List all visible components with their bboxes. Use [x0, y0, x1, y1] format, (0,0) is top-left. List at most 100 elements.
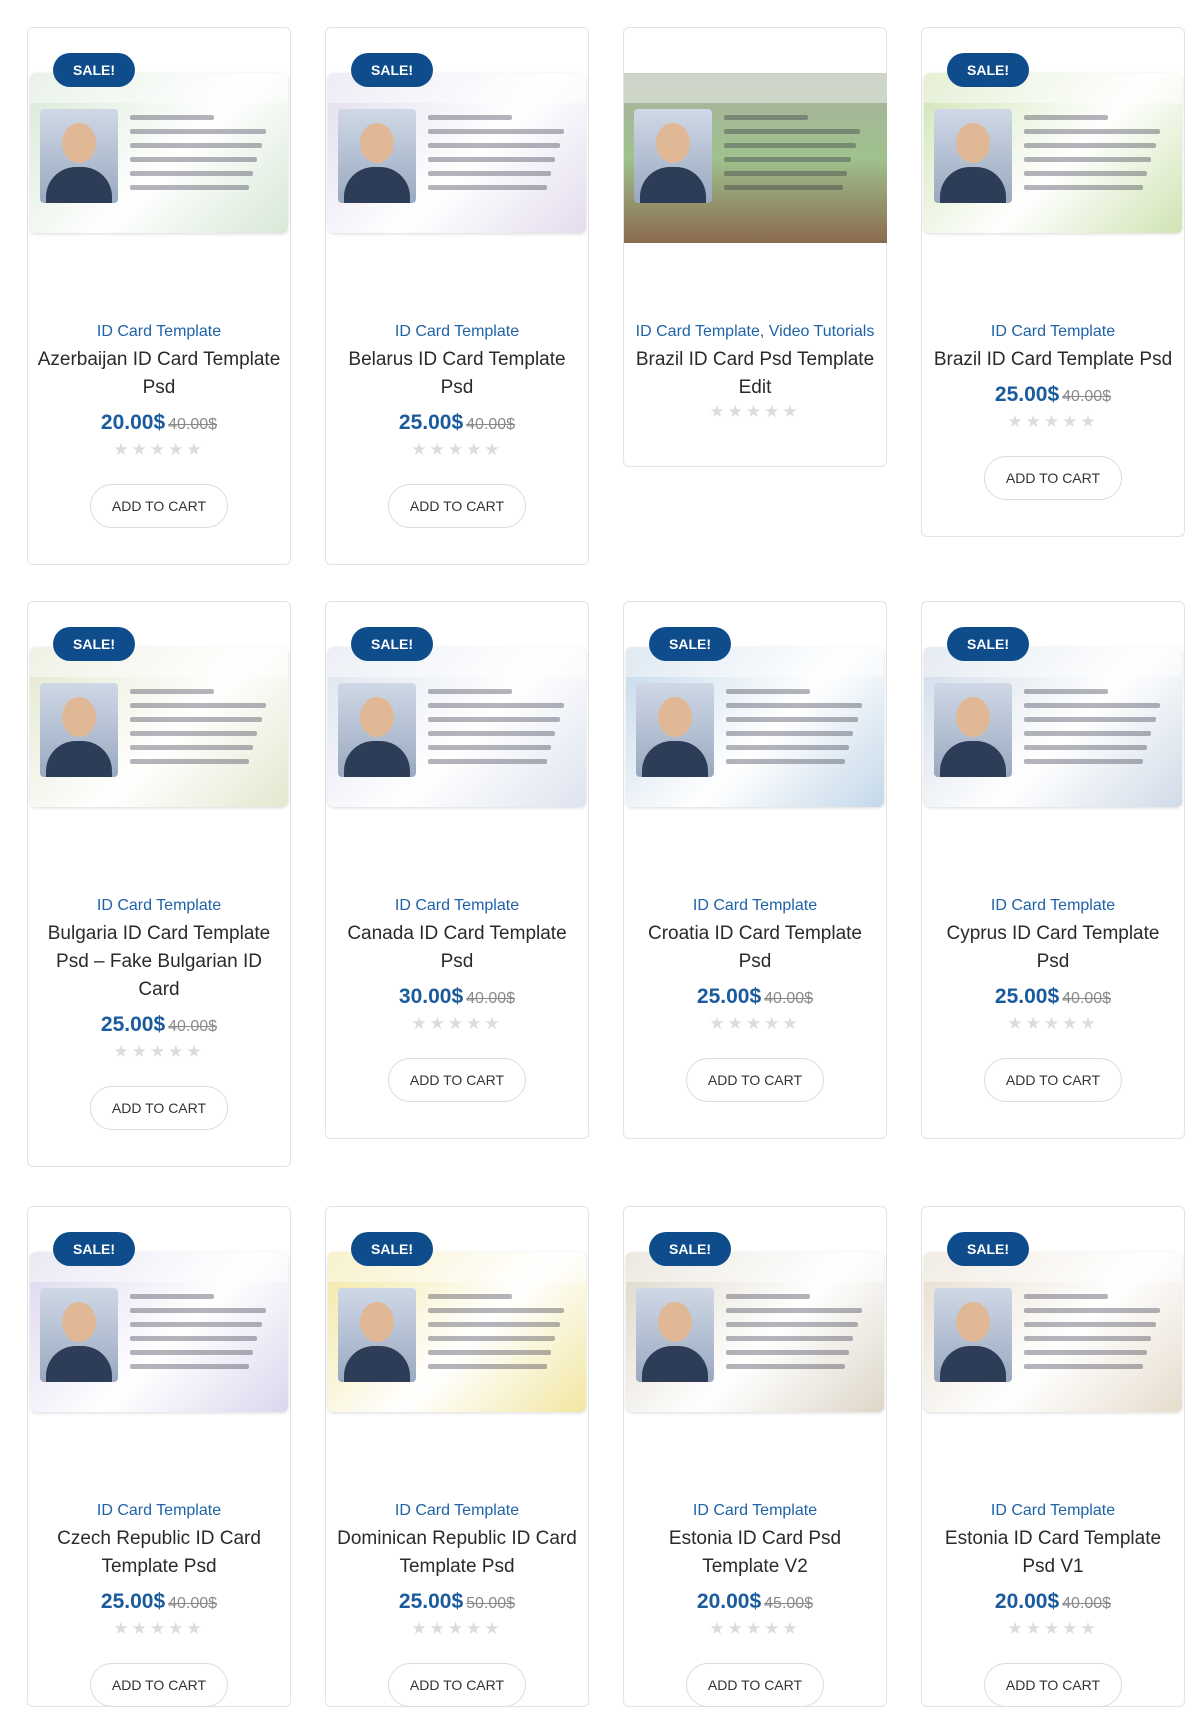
product-card: SALE! ID Card Template Estonia ID Card Tem… — [921, 1206, 1185, 1707]
sale-price: 25.00$ — [994, 383, 1060, 406]
product-title-link[interactable]: Azerbaijan ID Card Template Psd — [36, 346, 282, 402]
portrait-body — [640, 167, 706, 203]
add-to-cart-button[interactable]: ADD TO CART — [388, 484, 526, 528]
original-price: 40.00$ — [1062, 388, 1112, 405]
product-title-link[interactable]: Estonia ID Card Template Psd V1 — [930, 1525, 1176, 1581]
add-to-cart-button[interactable]: ADD TO CART — [686, 1058, 824, 1102]
product-image[interactable] — [624, 73, 887, 243]
product-category-link[interactable]: ID Card Template — [28, 892, 290, 920]
product-title-link[interactable]: Belarus ID Card Template Psd — [334, 346, 580, 402]
product-category-link[interactable]: ID Card Template — [28, 318, 290, 346]
product-category-link[interactable]: ID Card Template — [624, 1497, 886, 1525]
star-rating: ★★★★★ — [709, 1619, 801, 1638]
add-to-cart-button[interactable]: ADD TO CART — [90, 1086, 228, 1130]
product-image[interactable] — [30, 73, 288, 233]
sale-badge: SALE! — [947, 1232, 1029, 1266]
product-price: 25.00$ 40.00$ — [922, 984, 1184, 1012]
portrait-head — [360, 1302, 394, 1342]
portrait-head — [658, 697, 692, 737]
add-to-cart-button[interactable]: ADD TO CART — [90, 1663, 228, 1707]
sale-price: 25.00$ — [994, 985, 1060, 1008]
product-category-link[interactable]: ID Card Template, Video Tutorials — [624, 318, 886, 346]
product-title-link[interactable]: Croatia ID Card Template Psd — [632, 920, 878, 976]
product-card: SALE! ID Card Template Canada ID Card Temp… — [325, 601, 589, 1139]
sale-badge: SALE! — [351, 1232, 433, 1266]
sale-price: 25.00$ — [398, 411, 464, 434]
product-title-link[interactable]: Bulgaria ID Card Template Psd – Fake Bul… — [36, 920, 282, 1004]
product-image[interactable] — [924, 1252, 1182, 1412]
portrait-photo — [338, 683, 416, 777]
product-title-link[interactable]: Brazil ID Card Psd Template Edit — [632, 346, 878, 402]
portrait-photo — [338, 109, 416, 203]
product-card: ID Card Template, Video Tutorials Brazil … — [623, 27, 887, 467]
product-title-link[interactable]: Estonia ID Card Psd Template V2 — [632, 1525, 878, 1581]
product-card: SALE! ID Card Template Belarus ID Card Tem… — [325, 27, 589, 565]
add-to-cart-button[interactable]: ADD TO CART — [686, 1663, 824, 1707]
product-image[interactable] — [626, 647, 884, 807]
product-category-link[interactable]: ID Card Template — [326, 1497, 588, 1525]
product-price: 25.00$ 50.00$ — [326, 1589, 588, 1617]
portrait-body — [46, 741, 112, 777]
product-card: SALE! ID Card Template Bulgaria ID Card Te… — [27, 601, 291, 1167]
product-title-link[interactable]: Canada ID Card Template Psd — [334, 920, 580, 976]
portrait-head — [62, 123, 96, 163]
product-image[interactable] — [626, 1252, 884, 1412]
portrait-body — [642, 741, 708, 777]
portrait-body — [344, 741, 410, 777]
product-card: SALE! ID Card Template Cyprus ID Card Temp… — [921, 601, 1185, 1139]
portrait-head — [360, 697, 394, 737]
add-to-cart-button[interactable]: ADD TO CART — [388, 1058, 526, 1102]
portrait-body — [344, 1346, 410, 1382]
product-image[interactable] — [924, 647, 1182, 807]
product-image[interactable] — [328, 647, 586, 807]
card-text-lines — [726, 689, 866, 773]
product-title-link[interactable]: Czech Republic ID Card Template Psd — [36, 1525, 282, 1581]
star-rating: ★★★★★ — [709, 402, 801, 421]
original-price: 40.00$ — [168, 1018, 218, 1035]
card-text-lines — [428, 115, 568, 199]
portrait-photo — [636, 1288, 714, 1382]
product-category-link[interactable]: ID Card Template — [624, 892, 886, 920]
card-text-lines — [130, 689, 270, 773]
sale-badge: SALE! — [649, 1232, 731, 1266]
card-text-lines — [1024, 1294, 1164, 1378]
product-category-link[interactable]: ID Card Template — [326, 892, 588, 920]
product-category-link[interactable]: ID Card Template — [922, 892, 1184, 920]
product-price: 20.00$ 40.00$ — [922, 1589, 1184, 1617]
product-category-link[interactable]: ID Card Template — [28, 1497, 290, 1525]
product-image[interactable] — [328, 73, 586, 233]
portrait-body — [940, 1346, 1006, 1382]
sale-price: 30.00$ — [398, 985, 464, 1008]
product-image[interactable] — [30, 647, 288, 807]
product-category-link[interactable]: ID Card Template — [326, 318, 588, 346]
product-category-link[interactable]: ID Card Template — [922, 1497, 1184, 1525]
product-image[interactable] — [328, 1252, 586, 1412]
star-rating: ★★★★★ — [113, 1042, 205, 1061]
product-title-link[interactable]: Cyprus ID Card Template Psd — [930, 920, 1176, 976]
portrait-photo — [934, 109, 1012, 203]
portrait-photo — [40, 1288, 118, 1382]
product-title-link[interactable]: Dominican Republic ID Card Template Psd — [334, 1525, 580, 1581]
original-price: 40.00$ — [168, 1595, 218, 1612]
add-to-cart-button[interactable]: ADD TO CART — [984, 1058, 1122, 1102]
card-text-lines — [130, 115, 270, 199]
card-text-lines — [1024, 115, 1164, 199]
product-price: 25.00$ 40.00$ — [922, 382, 1184, 410]
add-to-cart-button[interactable]: ADD TO CART — [90, 484, 228, 528]
add-to-cart-button[interactable]: ADD TO CART — [984, 1663, 1122, 1707]
star-rating: ★★★★★ — [411, 1014, 503, 1033]
product-image[interactable] — [924, 73, 1182, 233]
add-to-cart-button[interactable]: ADD TO CART — [388, 1663, 526, 1707]
product-price: 20.00$ 40.00$ — [28, 410, 290, 438]
add-to-cart-button[interactable]: ADD TO CART — [984, 456, 1122, 500]
product-category-link[interactable]: ID Card Template — [922, 318, 1184, 346]
sale-badge: SALE! — [947, 53, 1029, 87]
original-price: 40.00$ — [1062, 1595, 1112, 1612]
product-title-link[interactable]: Brazil ID Card Template Psd — [930, 346, 1176, 374]
card-text-lines — [428, 689, 568, 773]
product-price: 25.00$ 40.00$ — [624, 984, 886, 1012]
portrait-photo — [636, 683, 714, 777]
product-price: 25.00$ 40.00$ — [326, 410, 588, 438]
product-image[interactable] — [30, 1252, 288, 1412]
product-card: SALE! ID Card Template Croatia ID Card Tem… — [623, 601, 887, 1139]
